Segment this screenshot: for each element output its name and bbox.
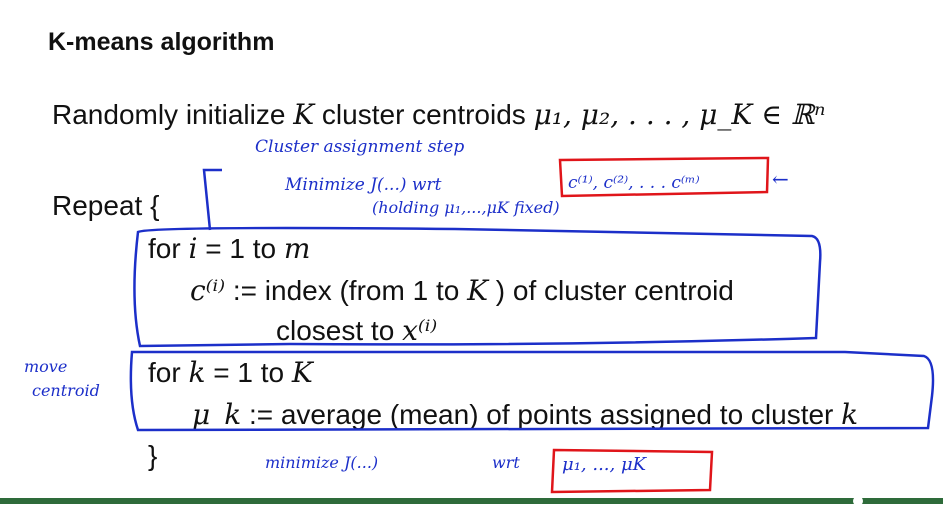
loop2-header: for k = 1 to K xyxy=(148,356,313,389)
slide: { "slide": { "title": "K-means algorithm… xyxy=(0,0,943,506)
loop2-assign-text: := average (mean) of points assigned to … xyxy=(248,399,834,430)
mu-vars-note: μ₁, ..., μK xyxy=(562,454,648,475)
close-brace: } xyxy=(148,440,158,471)
init-text2: cluster centroids xyxy=(321,99,526,130)
slide-title: K-means algorithm xyxy=(48,28,275,56)
loop1-end: m xyxy=(283,232,311,265)
var-K: K xyxy=(293,98,315,131)
loop1-range: = 1 to xyxy=(205,233,277,264)
loop1-for: for xyxy=(148,233,181,264)
mu-vars-box xyxy=(550,448,714,494)
progress-dot xyxy=(853,496,863,506)
loop2-var: k xyxy=(188,356,206,389)
centroid-set: μ₁, μ₂, . . . , μ_K ∈ ℝⁿ xyxy=(533,98,826,131)
footer-bar xyxy=(0,496,943,506)
loop1-header: for i = 1 to m xyxy=(148,232,310,265)
arrow-note: ← xyxy=(772,167,789,191)
cluster-step-note: Cluster assignment step xyxy=(255,137,464,157)
init-line: Randomly initialize K cluster centroids … xyxy=(52,98,826,131)
move-note: move xyxy=(24,357,67,376)
loop2-assign-var: k xyxy=(841,398,859,431)
loop1-assign-text2: ) of cluster centroid xyxy=(495,275,734,306)
loop2-range: = 1 to xyxy=(213,357,285,388)
centroid-note: centroid xyxy=(32,381,100,400)
minimize-bottom-note: minimize J(...) xyxy=(265,453,378,472)
holding-note: (holding μ₁,...,μK fixed) xyxy=(372,198,560,217)
loop1-assign: c⁽ⁱ⁾ := index (from 1 to K ) of cluster … xyxy=(190,274,734,307)
assignment-bracket xyxy=(202,168,222,231)
loop1-closest: closest to x⁽ⁱ⁾ xyxy=(276,314,437,347)
loop1-closest-var: x⁽ⁱ⁾ xyxy=(402,314,438,347)
minimize-note: Minimize J(...) wrt xyxy=(284,175,442,195)
c-vars-note: c⁽¹⁾, c⁽²⁾, . . . c⁽ᵐ⁾ xyxy=(568,173,700,193)
loop1-assign-text: := index (from 1 to xyxy=(232,275,460,306)
init-text: Randomly initialize xyxy=(52,99,286,130)
wrt-bottom-note: wrt xyxy=(492,453,520,472)
loop2-assign-lhs: μ_k xyxy=(192,398,242,431)
loop2-assign: μ_k := average (mean) of points assigned… xyxy=(192,398,858,431)
repeat-label: Repeat { xyxy=(52,190,160,221)
loop1-assign-lhs: c⁽ⁱ⁾ xyxy=(190,274,226,307)
c-vars-box xyxy=(558,156,770,198)
loop1-var: i xyxy=(188,232,198,265)
loop1-assign-K: K xyxy=(467,274,488,307)
loop2-end: K xyxy=(291,356,313,389)
loop1-closest-text: closest to xyxy=(276,315,395,346)
loop2-for: for xyxy=(148,357,181,388)
